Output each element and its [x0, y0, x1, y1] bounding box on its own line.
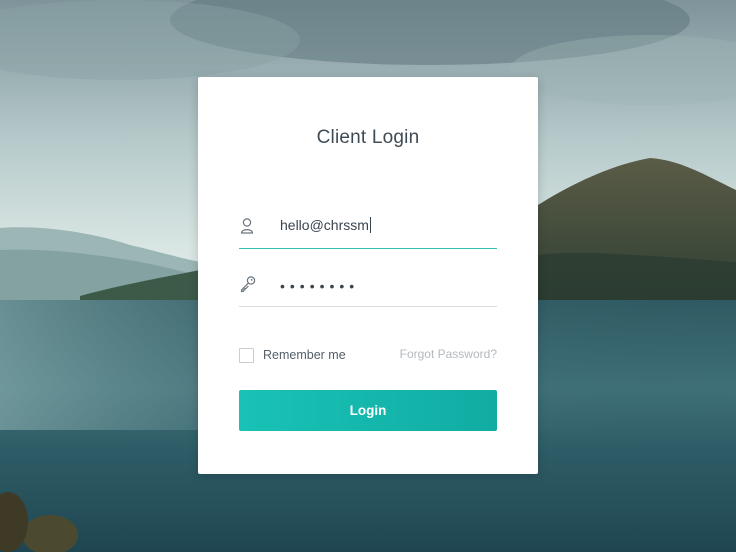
email-input[interactable]: hello@chrssm: [280, 217, 371, 233]
remember-checkbox[interactable]: [239, 347, 254, 363]
login-button[interactable]: Login: [239, 390, 497, 431]
login-title: Client Login: [316, 127, 420, 148]
email-value: hello@chrssm: [280, 217, 369, 233]
text-caret: [369, 217, 371, 233]
password-field[interactable]: ••••••••: [239, 266, 497, 307]
user-icon: [239, 217, 255, 235]
remember-label: Remember me: [263, 348, 346, 362]
login-card: Client Login hello@chrssm •••••••• Remem…: [198, 77, 538, 474]
password-input[interactable]: ••••••••: [280, 278, 359, 294]
forgot-password-link[interactable]: Forgot Password?: [400, 347, 497, 361]
key-icon: [239, 275, 256, 293]
email-field[interactable]: hello@chrssm: [239, 208, 497, 249]
remember-me[interactable]: Remember me: [239, 347, 346, 363]
